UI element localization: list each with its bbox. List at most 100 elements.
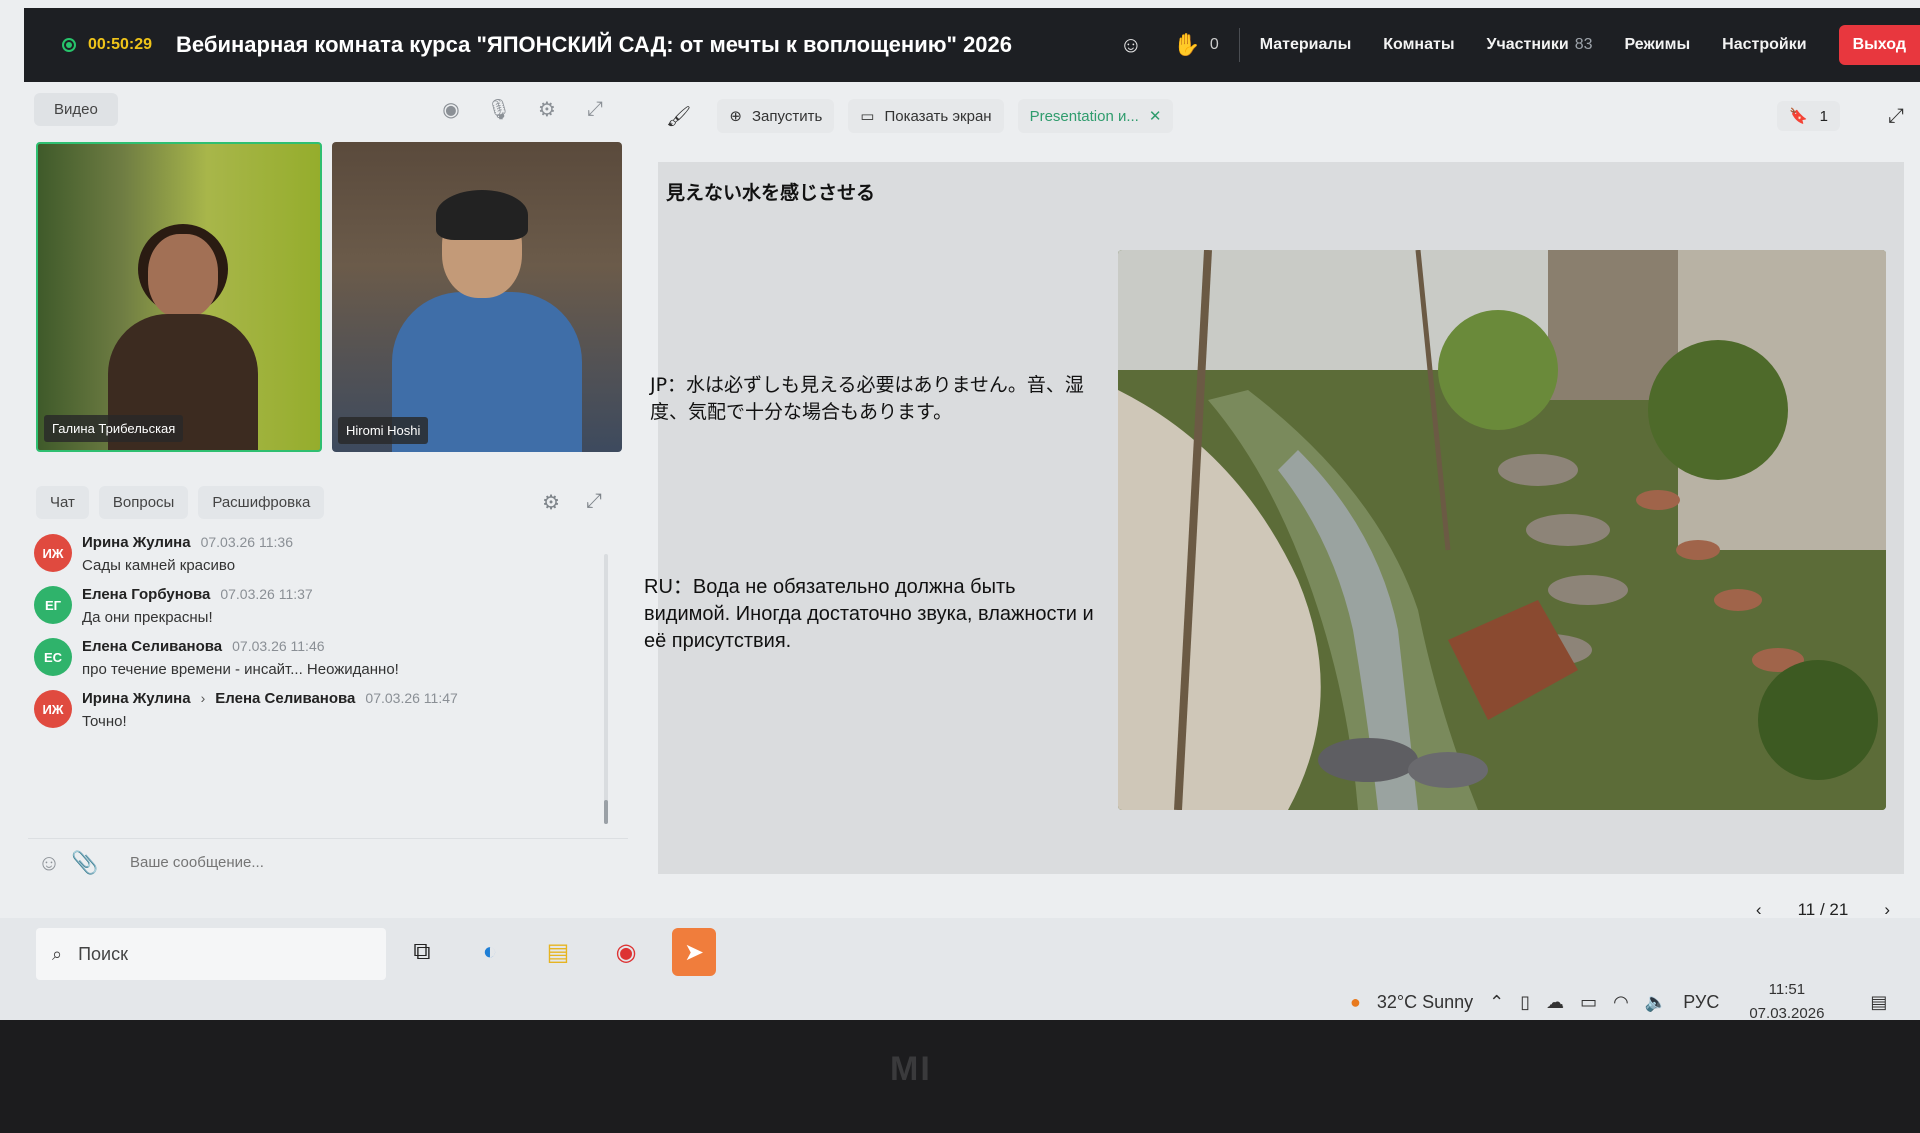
wifi-icon: ◠	[1613, 991, 1629, 1012]
avatar: ИЖ	[34, 690, 72, 728]
slide-ru-text: RU：Вода не обязательно должна быть видим…	[644, 576, 1094, 652]
location-icon[interactable]: ◉	[438, 96, 464, 122]
reply-arrow-icon: ›	[200, 690, 206, 706]
language-indicator[interactable]: РУС	[1683, 992, 1719, 1013]
chrome-browser-icon[interactable]: ◉	[604, 928, 648, 976]
emoji-reaction-icon[interactable]: ☺	[1118, 32, 1144, 58]
settings-link[interactable]: Настройки	[1722, 36, 1806, 54]
slide: 見えない水を感じさせる JP：水は必ずしも見える必要はありません。音、湿度、気配…	[644, 162, 1904, 874]
chat-message: ЕГ Елена Горбунова 07.03.26 11:37 Да они …	[28, 586, 628, 626]
message-author: Елена Горбунова	[82, 586, 211, 603]
next-slide-icon[interactable]: ›	[1884, 900, 1890, 920]
presentation-tab[interactable]: Presentation и... ✕	[1017, 99, 1174, 133]
system-clock[interactable]: 11:51 07.03.2026	[1749, 978, 1824, 1020]
close-icon[interactable]: ✕	[1149, 107, 1162, 125]
participants-count: 83	[1574, 36, 1593, 53]
share-screen-label: Показать экран	[884, 107, 992, 125]
taskbar-search[interactable]: ⌕ Поиск	[36, 928, 386, 980]
plus-circle-icon: ⊕	[729, 108, 742, 125]
video-tile[interactable]: Галина Трибельская	[36, 142, 322, 452]
bookmark-count: 1	[1819, 107, 1828, 125]
emoji-icon[interactable]: ☺	[34, 850, 64, 876]
message-time: 07.03.26 11:47	[365, 690, 458, 706]
divider	[1238, 28, 1240, 62]
battery-icon: ▭	[1580, 991, 1598, 1012]
bookmark-button[interactable]: 🔖 1	[1776, 101, 1840, 131]
slide-navigation: ‹ 11 / 21 ›	[1756, 900, 1890, 920]
tab-chat[interactable]: Чат	[36, 485, 89, 519]
participants-label: Участники	[1486, 36, 1569, 53]
notifications-icon[interactable]: ▤	[1870, 992, 1887, 1013]
weather-icon: ●	[1350, 991, 1361, 1012]
avatar: ЕС	[34, 638, 72, 676]
share-screen-button[interactable]: ▭ Показать экран	[848, 99, 1004, 133]
top-bar: 00:50:29 Вебинарная комната курса "ЯПОНС…	[24, 8, 1920, 82]
chat-messages: ИЖ Ирина Жулина 07.03.26 11:36 Сады камне…	[28, 534, 628, 824]
monitor-icon: ▭	[860, 108, 875, 125]
hand-icon: ✋	[1173, 32, 1201, 57]
message-author: Ирина Жулина	[82, 534, 191, 551]
launch-label: Запустить	[751, 107, 823, 125]
task-view-icon[interactable]: ⧉	[400, 928, 444, 976]
tab-transcript[interactable]: Расшифровка	[198, 485, 325, 519]
garden-photo	[1118, 250, 1886, 810]
video-header: Видео ◉ 🎙 ⚙ ⤢	[28, 90, 628, 128]
fullscreen-icon[interactable]: ⤢	[1888, 105, 1904, 128]
modes-link[interactable]: Режимы	[1625, 36, 1691, 54]
rooms-link[interactable]: Комнаты	[1383, 36, 1454, 54]
device-icon: ▯	[1520, 991, 1531, 1012]
chat-message: ЕС Елена Селиванова 07.03.26 11:46 про те…	[28, 638, 628, 678]
brush-icon[interactable]: 🖌	[666, 104, 691, 129]
chat-expand-icon[interactable]: ⤢	[586, 490, 602, 515]
room-title: Вебинарная комната курса "ЯПОНСКИЙ САД: …	[176, 32, 1013, 57]
video-tile[interactable]: Hiromi Hoshi	[332, 142, 622, 452]
monitor-brand-logo: MI	[890, 1050, 932, 1088]
raise-hand-button[interactable]: ✋ 0	[1173, 32, 1219, 58]
exit-button[interactable]: Выход	[1838, 25, 1920, 65]
chat-composer: ☺ 📎	[28, 838, 628, 886]
file-explorer-icon[interactable]: ▤	[536, 928, 580, 976]
slide-jp-text: JP：水は必ずしも見える必要はありません。音、湿度、気配で十分な場合もあります。	[650, 374, 1084, 423]
cloud-off-icon: ☁	[1546, 991, 1565, 1012]
chat-settings-icon[interactable]: ⚙	[542, 490, 560, 515]
session-timer: 00:50:29	[88, 36, 153, 53]
taskbar-search-label: Поиск	[78, 943, 128, 964]
volume-icon: 🔈	[1644, 991, 1668, 1012]
hand-count: 0	[1209, 36, 1219, 53]
gear-icon[interactable]: ⚙	[534, 96, 560, 122]
message-author: Ирина Жулина	[82, 690, 191, 707]
prev-slide-icon[interactable]: ‹	[1756, 900, 1762, 920]
taskbar: ⌕ Поиск ⧉ ◐ ▤ ◉ ➤ ● 32°C Sunny ⌃ ▯ ☁ ▭ ◠…	[0, 918, 1920, 1020]
chat-message: ИЖ Ирина Жулина 07.03.26 11:36 Сады камне…	[28, 534, 628, 574]
edge-browser-icon[interactable]: ◐	[468, 928, 512, 976]
taskbar-apps: ⧉ ◐ ▤ ◉ ➤	[400, 928, 716, 976]
participant-hair	[436, 190, 528, 240]
launch-button[interactable]: ⊕ Запустить	[717, 99, 835, 133]
tab-questions[interactable]: Вопросы	[98, 485, 189, 519]
bookmark-icon: 🔖	[1788, 108, 1808, 125]
materials-link[interactable]: Материалы	[1260, 36, 1352, 54]
telegram-icon[interactable]: ➤	[672, 928, 716, 976]
participant-face	[148, 234, 218, 318]
chat-scrollbar[interactable]	[604, 554, 608, 824]
chevron-up-icon[interactable]: ⌃	[1489, 992, 1504, 1013]
chat-tabs: Чат Вопросы Расшифровка ⚙ ⤢	[28, 482, 628, 522]
expand-icon[interactable]: ⤢	[582, 96, 608, 122]
chat-message: ИЖ Ирина Жулина › Елена Селиванова 07.03.26…	[28, 690, 628, 730]
attachment-icon[interactable]: 📎	[70, 850, 100, 876]
presentation-panel: 🖌 ⊕ Запустить ▭ Показать экран Presentatio…	[644, 90, 1920, 930]
message-text: Сады камней красиво	[82, 557, 236, 574]
message-text: Да они прекрасны!	[82, 609, 213, 626]
participant-name-tag: Галина Трибельская	[44, 415, 184, 442]
system-tray: ● 32°C Sunny ⌃ ▯ ☁ ▭ ◠ 🔈 РУС 11:51 07.03…	[1350, 978, 1887, 1020]
message-time: 07.03.26 11:37	[220, 586, 313, 602]
message-input[interactable]	[130, 854, 530, 871]
participants-link[interactable]: Участники 83	[1486, 36, 1592, 54]
clock-time: 11:51	[1768, 981, 1806, 998]
weather-text: 32°C Sunny	[1376, 991, 1474, 1012]
microphone-icon[interactable]: 🎙	[486, 96, 512, 122]
participant-name-tag: Hiromi Hoshi	[338, 417, 429, 444]
slide-page-indicator: 11 / 21	[1797, 900, 1849, 919]
avatar: ИЖ	[34, 534, 72, 572]
search-icon: ⌕	[52, 943, 63, 964]
